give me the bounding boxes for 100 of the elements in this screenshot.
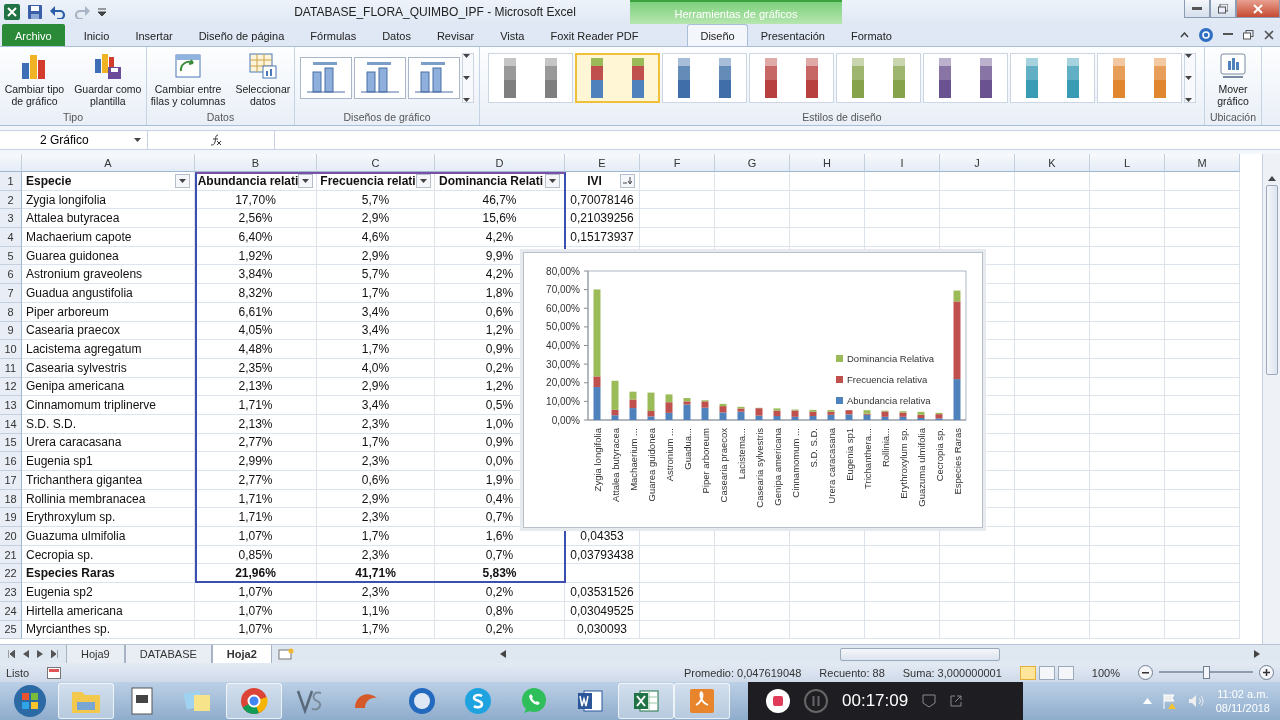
column-header[interactable]: C: [317, 154, 435, 172]
group-label: Tipo: [61, 111, 84, 125]
ribbon-tab[interactable]: Presentación: [747, 24, 838, 46]
table-cell: 1,71%: [195, 508, 317, 528]
file-tab[interactable]: Archivo: [2, 24, 65, 46]
column-header[interactable]: K: [1015, 154, 1090, 172]
row-header[interactable]: 7: [0, 284, 22, 303]
row-header[interactable]: 10: [0, 340, 22, 359]
table-cell: Attalea butyracea: [22, 209, 195, 229]
column-header[interactable]: J: [940, 154, 1015, 172]
row-header[interactable]: 4: [0, 228, 22, 247]
axis-label: Erythroxylum sp.: [897, 428, 909, 499]
table-cell: 2,3%: [317, 508, 435, 528]
table-cell: 0,6%: [317, 471, 435, 490]
column-title: Especie: [26, 173, 72, 188]
row-header[interactable]: 1: [0, 172, 22, 191]
table-cell: 1,92%: [195, 246, 317, 266]
ribbon-tab[interactable]: Inicio: [70, 24, 123, 46]
table-cell: 3,4%: [317, 396, 435, 415]
row-header[interactable]: 22: [0, 564, 22, 584]
ribbon-tab[interactable]: Diseño de página: [185, 24, 298, 46]
axis-label: Astronium ...: [663, 428, 675, 482]
ribbon-tab[interactable]: Formato: [837, 24, 905, 46]
axis-label: Rollinia...: [879, 428, 891, 468]
column-header[interactable]: I: [865, 154, 940, 172]
column-header[interactable]: M: [1165, 154, 1240, 172]
row-header[interactable]: 3: [0, 209, 22, 229]
column-header[interactable]: F: [640, 154, 715, 172]
table-cell: Eugenia sp1: [22, 452, 195, 471]
group-label: Estilos de diseño: [801, 111, 883, 125]
ribbon-button[interactable]: Mover gráfico: [1215, 51, 1251, 107]
axis-label: S.D. S.D.: [807, 428, 819, 468]
ribbon-tab[interactable]: Diseño: [687, 24, 748, 46]
column-header[interactable]: E: [565, 154, 640, 172]
sheet-tab[interactable]: Hoja2: [211, 644, 272, 664]
column-header[interactable]: L: [1090, 154, 1165, 172]
table-cell: 1,7%: [317, 284, 435, 303]
table-cell: 5,7%: [317, 190, 435, 210]
table-cell: Trichanthera gigantea: [22, 471, 195, 490]
ribbon-tab[interactable]: Fórmulas: [297, 24, 370, 46]
axis-label: Attalea butyracea: [609, 428, 621, 502]
axis-label: Zygia longifolia: [591, 428, 603, 492]
ribbon-button[interactable]: Cambiar entre filas y columnas: [148, 51, 228, 107]
row-header[interactable]: 6: [0, 265, 22, 285]
ribbon-tab[interactable]: Revisar: [423, 24, 488, 46]
table-cell: 41,71%: [317, 564, 435, 584]
ribbon-button[interactable]: Seleccionar datos: [233, 51, 293, 107]
row-header[interactable]: 16: [0, 452, 22, 471]
column-header[interactable]: D: [435, 154, 565, 172]
recording-time: 00:17:09: [842, 691, 909, 711]
axis-label: Cinnamomum ...: [789, 428, 801, 498]
table-cell: 1,07%: [195, 583, 317, 602]
table-cell: 8,32%: [195, 284, 317, 303]
row-header[interactable]: 20: [0, 527, 22, 546]
table-cell: Casearia sylvestris: [22, 358, 195, 378]
table-cell: Zygia longifolia: [22, 190, 195, 210]
table-cell: Rollinia membranacea: [22, 489, 195, 509]
table-cell: Eugenia sp2: [22, 583, 195, 602]
table-cell: 3,4%: [317, 302, 435, 322]
table-cell: Cinnamomum triplinerve: [22, 396, 195, 415]
zoom-level[interactable]: 100%: [1091, 666, 1120, 679]
table-cell: 17,70%: [195, 190, 317, 210]
group-label: Datos: [205, 111, 236, 125]
table-cell: Casearia praecox: [22, 321, 195, 341]
ribbon-button[interactable]: Cambiar tipo de gráfico: [2, 51, 67, 107]
table-cell: Machaerium capote: [22, 228, 195, 247]
row-header[interactable]: 23: [0, 583, 22, 602]
column-header[interactable]: A: [22, 154, 195, 172]
axis-label: Especies Raras: [951, 428, 963, 495]
column-title: Dominancia Relati: [439, 173, 544, 188]
row-header[interactable]: 19: [0, 508, 22, 528]
column-header[interactable]: G: [715, 154, 790, 172]
axis-label: Trichanthera...: [861, 428, 873, 489]
column-title: Abundancia relati: [197, 173, 299, 188]
row-header[interactable]: 17: [0, 471, 22, 490]
table-cell: Erythroxylum sp.: [22, 508, 195, 528]
ribbon-tab[interactable]: Vista: [487, 24, 538, 46]
ribbon-tab[interactable]: Foxit Reader PDF: [537, 24, 652, 46]
column-header[interactable]: B: [195, 154, 317, 172]
legend-label: Abundancia relativa: [847, 395, 931, 406]
average-readout: Promedio: 0,047619048: [683, 666, 802, 679]
ribbon-tab[interactable]: Datos: [369, 24, 424, 46]
axis-label: Guarea guidonea: [645, 428, 657, 502]
ribbon-tab[interactable]: Insertar: [122, 24, 186, 46]
ribbon-button[interactable]: Guardar como plantilla: [72, 51, 144, 107]
axis-label: Cecropia sp.: [933, 428, 945, 482]
table-cell: 2,9%: [317, 246, 435, 266]
table-cell: 2,13%: [195, 414, 317, 434]
sheet-tab[interactable]: DATABASE: [124, 644, 212, 664]
table-cell: 5,7%: [317, 265, 435, 285]
table-cell: 0,8%: [435, 601, 565, 621]
row-header[interactable]: 13: [0, 396, 22, 415]
group-label: Diseños de gráfico: [342, 111, 432, 125]
name-box[interactable]: 2 Gráfico: [0, 131, 148, 149]
count-readout: Recuento: 88: [819, 666, 885, 679]
table-cell: 1,71%: [195, 396, 317, 415]
table-cell: 4,2%: [435, 228, 565, 247]
column-header[interactable]: H: [790, 154, 865, 172]
table-cell: 46,7%: [435, 190, 565, 210]
sheet-tab[interactable]: Hoja9: [66, 644, 125, 664]
